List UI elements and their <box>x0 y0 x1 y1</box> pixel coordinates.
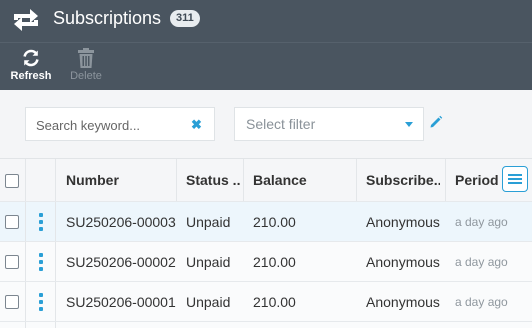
cell-status: Unpaid <box>186 253 231 270</box>
cell-status: Unpaid <box>186 213 231 230</box>
row-checkbox[interactable] <box>5 215 19 229</box>
cell-subscriber: Anonymous <box>366 293 440 310</box>
cell-subscriber: Anonymous <box>366 253 440 270</box>
row-actions-icon[interactable] <box>38 213 44 231</box>
cell-number: SU250206-00001 <box>66 293 176 310</box>
cell-period: a day ago <box>455 214 508 229</box>
delete-button[interactable]: Delete <box>62 48 110 82</box>
refresh-icon <box>23 49 39 67</box>
row-checkbox[interactable] <box>5 255 19 269</box>
cell-subscriber: Anonymous <box>366 213 440 230</box>
cell-balance: 210.00 <box>253 213 296 230</box>
cell-period: a day ago <box>455 254 508 269</box>
column-header-number[interactable]: Number <box>66 159 172 201</box>
cell-balance: 210.00 <box>253 293 296 310</box>
row-checkbox[interactable] <box>5 295 19 309</box>
cell-number: SU250206-00003 <box>66 213 176 230</box>
cell-number: SU250206-00002 <box>66 253 176 270</box>
refresh-button[interactable]: Refresh <box>7 48 55 82</box>
select-all-checkbox[interactable] <box>5 174 19 188</box>
cell-status: Unpaid <box>186 293 231 310</box>
table-row[interactable]: SU250206-00002 Unpaid 210.00 Anonymous a… <box>0 242 532 282</box>
filter-select-value: Select filter <box>246 116 316 132</box>
table-row[interactable]: SU250206-00001 Unpaid 210.00 Anonymous a… <box>0 282 532 322</box>
table-row-partial <box>0 322 532 328</box>
clear-search-icon[interactable]: ✖ <box>191 117 202 133</box>
column-header-subscriber[interactable]: Subscribe... <box>366 159 440 201</box>
app-header: Subscriptions 311 <box>0 0 532 42</box>
filter-bar: ✖ Select filter <box>0 90 532 158</box>
page-title: Subscriptions <box>53 8 162 28</box>
table-header-row: Number Status ... Balance Subscribe... P… <box>0 158 532 202</box>
chevron-down-icon <box>405 122 413 127</box>
column-header-status[interactable]: Status ... <box>186 159 241 201</box>
search-input[interactable] <box>36 116 186 134</box>
refresh-label: Refresh <box>10 70 52 82</box>
edit-filter-icon[interactable] <box>429 115 443 129</box>
table-row[interactable]: SU250206-00003 Unpaid 210.00 Anonymous a… <box>0 202 532 242</box>
delete-label: Delete <box>70 70 102 82</box>
toolbar: Refresh Delete <box>0 42 532 90</box>
column-menu-button[interactable] <box>502 166 528 192</box>
filter-select[interactable]: Select filter <box>234 107 424 141</box>
count-badge: 311 <box>170 10 200 27</box>
row-actions-icon[interactable] <box>38 253 44 271</box>
search-box: ✖ <box>25 107 215 141</box>
row-actions-icon[interactable] <box>38 293 44 311</box>
repeat-icon <box>14 9 38 31</box>
subscriptions-table: Number Status ... Balance Subscribe... P… <box>0 158 532 328</box>
cell-period: a day ago <box>455 294 508 309</box>
column-header-balance[interactable]: Balance <box>253 159 348 201</box>
trash-icon <box>78 48 94 68</box>
cell-balance: 210.00 <box>253 253 296 270</box>
